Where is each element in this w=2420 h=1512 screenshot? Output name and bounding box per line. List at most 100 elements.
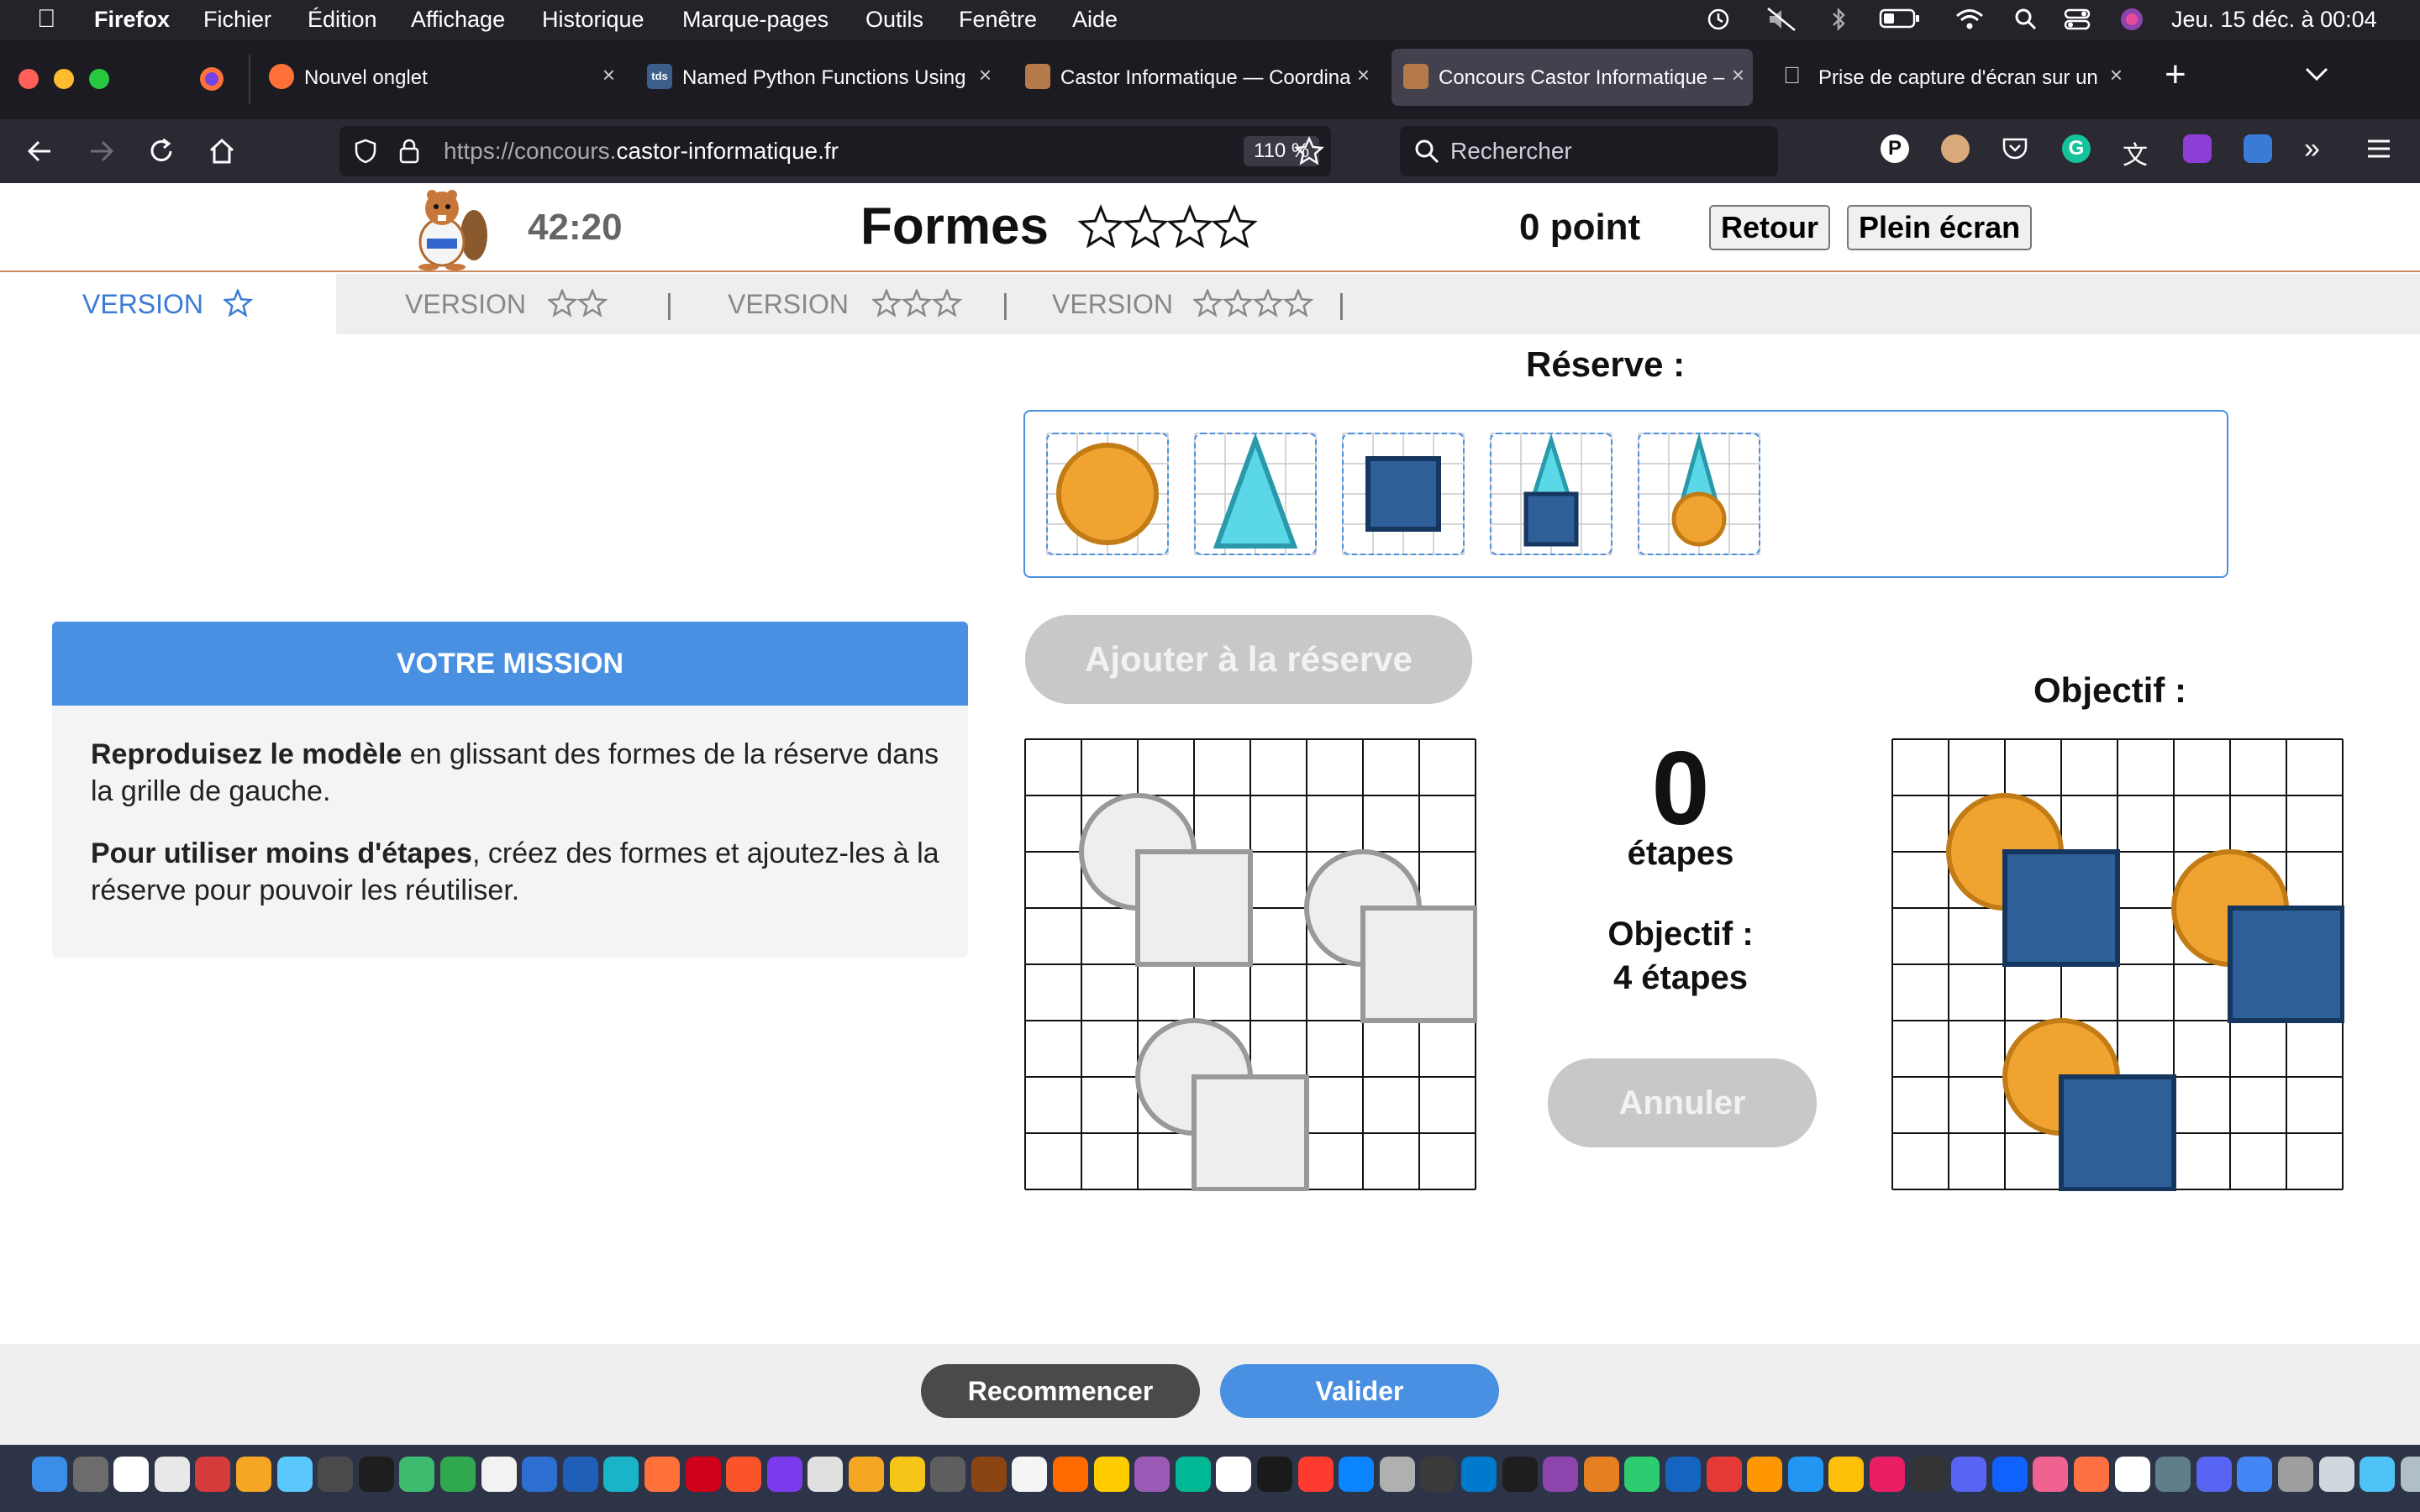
firefox-view-icon[interactable]: [198, 66, 225, 92]
tab-castor-coordina[interactable]: Castor Informatique — Coordina ×: [1013, 49, 1378, 106]
hamburger-menu-icon[interactable]: [2366, 138, 2391, 160]
dock-app-icon[interactable]: [603, 1457, 639, 1492]
dock-app-icon[interactable]: [685, 1457, 721, 1492]
dock-app-icon[interactable]: [2360, 1457, 2396, 1492]
dock-app-icon[interactable]: [2074, 1457, 2109, 1492]
dock-app-icon[interactable]: [440, 1457, 476, 1492]
dock-app-icon[interactable]: [522, 1457, 558, 1492]
reload-icon[interactable]: [146, 136, 176, 166]
tab-version-2-stars[interactable]: VERSION: [336, 274, 659, 334]
dock-app-icon[interactable]: [1951, 1457, 1987, 1492]
tracking-protection-shield-icon[interactable]: [353, 138, 378, 165]
menu-affichage[interactable]: Affichage: [411, 7, 505, 33]
window-zoom-button[interactable]: [89, 69, 109, 89]
close-icon[interactable]: ×: [602, 62, 615, 88]
blue-extension-icon[interactable]: [2244, 134, 2272, 163]
dock-app-icon[interactable]: [276, 1457, 313, 1492]
menu-historique[interactable]: Historique: [542, 7, 644, 33]
dock-app-icon[interactable]: [2278, 1457, 2313, 1492]
dock-app-icon[interactable]: [1665, 1457, 1701, 1492]
menu-fichier[interactable]: Fichier: [203, 7, 271, 33]
dock-app-icon[interactable]: [808, 1457, 844, 1492]
dock-app-icon[interactable]: [562, 1457, 598, 1492]
avatar-extension-icon[interactable]: [1941, 134, 1970, 163]
back-arrow-icon[interactable]: [25, 136, 55, 166]
dock-app-icon[interactable]: [2033, 1457, 2069, 1492]
dock-app-icon[interactable]: [1297, 1457, 1334, 1492]
dock-app-icon[interactable]: [2114, 1457, 2150, 1492]
battery-icon[interactable]: [1879, 7, 1921, 30]
purple-extension-icon[interactable]: [2183, 134, 2212, 163]
wifi-icon[interactable]: [1954, 7, 1985, 32]
working-grid[interactable]: [1023, 738, 1477, 1191]
dock-app-icon[interactable]: [236, 1457, 271, 1492]
dock-app-icon[interactable]: [1339, 1457, 1375, 1492]
bookmark-star-icon[interactable]: [1294, 136, 1324, 166]
dock-app-icon[interactable]: [1910, 1457, 1946, 1492]
close-icon[interactable]: ×: [1732, 62, 1744, 88]
lock-icon[interactable]: [398, 138, 420, 165]
back-button[interactable]: Retour: [1709, 205, 1830, 250]
dock-app-icon[interactable]: [481, 1457, 517, 1492]
menu-aide[interactable]: Aide: [1072, 7, 1118, 33]
dock-app-icon[interactable]: [1706, 1457, 1742, 1492]
close-icon[interactable]: ×: [979, 62, 992, 88]
search-bar[interactable]: Rechercher: [1400, 126, 1778, 176]
tab-version-4-stars[interactable]: VERSION: [1034, 274, 1328, 334]
tab-named-python-functions[interactable]: tds Named Python Functions Using ×: [635, 49, 1000, 106]
reserve-slot-triangle-on-circle[interactable]: [1638, 432, 1760, 555]
dock-app-icon[interactable]: [930, 1457, 966, 1492]
dock-app-icon[interactable]: [2155, 1457, 2191, 1492]
dock-app-icon[interactable]: [1175, 1457, 1211, 1492]
dock-app-icon[interactable]: [1257, 1457, 1292, 1492]
dock-app-icon[interactable]: [399, 1457, 435, 1492]
dock-app-icon[interactable]: [1747, 1457, 1783, 1492]
new-tab-plus-icon[interactable]: +: [2165, 54, 2186, 96]
pocket-save-icon[interactable]: [2002, 136, 2028, 161]
dock-app-icon[interactable]: [113, 1457, 150, 1492]
dock-app-icon[interactable]: [1012, 1457, 1048, 1492]
dock-app-icon[interactable]: [889, 1457, 925, 1492]
tab-concours-castor[interactable]: Concours Castor Informatique – ×: [1392, 49, 1753, 106]
tab-nouvel-onglet[interactable]: Nouvel onglet ×: [257, 49, 623, 106]
pocket-p-extension-icon[interactable]: P: [1881, 134, 1909, 163]
dock-app-icon[interactable]: [1991, 1457, 2028, 1492]
dock-app-icon[interactable]: [1543, 1457, 1579, 1492]
bluetooth-icon[interactable]: [1828, 7, 1849, 32]
translate-extension-icon[interactable]: 文: [2123, 134, 2148, 171]
dock-app-icon[interactable]: [1870, 1457, 1905, 1492]
reserve-slot-triangle[interactable]: [1194, 433, 1317, 555]
dock-app-icon[interactable]: [1461, 1457, 1497, 1492]
forward-arrow-icon[interactable]: [86, 136, 116, 166]
restart-button[interactable]: Recommencer: [921, 1364, 1200, 1418]
reserve-slot-circle[interactable]: [1046, 433, 1169, 555]
dock-app-icon[interactable]: [2196, 1457, 2232, 1492]
dock-app-icon[interactable]: [1787, 1457, 1823, 1492]
dock-app-icon[interactable]: [154, 1457, 190, 1492]
menu-marque-pages[interactable]: Marque-pages: [682, 7, 829, 33]
dock-app-icon[interactable]: [849, 1457, 884, 1492]
siri-icon[interactable]: [2119, 7, 2144, 32]
dock-app-icon[interactable]: [1583, 1457, 1619, 1492]
dock-app-icon[interactable]: [1828, 1457, 1865, 1492]
spotlight-search-icon[interactable]: [2013, 7, 2039, 32]
cancel-button[interactable]: Annuler: [1548, 1058, 1817, 1147]
dock-app-icon[interactable]: [195, 1457, 231, 1492]
control-center-icon[interactable]: [2064, 7, 2091, 32]
home-icon[interactable]: [207, 136, 237, 166]
dock-app-icon[interactable]: [2237, 1457, 2273, 1492]
window-close-button[interactable]: [18, 69, 39, 89]
validate-button[interactable]: Valider: [1220, 1364, 1499, 1418]
tab-version-3-stars[interactable]: VERSION: [697, 274, 992, 334]
dock-app-icon[interactable]: [1624, 1457, 1660, 1492]
dock-app-icon[interactable]: [2400, 1457, 2420, 1492]
dock-app-icon[interactable]: [766, 1457, 802, 1492]
dock-app-icon[interactable]: [358, 1457, 394, 1492]
dock-app-icon[interactable]: [1216, 1457, 1252, 1492]
apple-icon[interactable]: : [37, 5, 56, 34]
reserve-slot-triangle-on-square[interactable]: [1490, 433, 1612, 555]
dock-app-icon[interactable]: [1053, 1457, 1088, 1492]
time-machine-icon[interactable]: [1706, 7, 1731, 32]
close-icon[interactable]: ×: [2110, 62, 2123, 88]
dock-app-icon[interactable]: [1502, 1457, 1538, 1492]
